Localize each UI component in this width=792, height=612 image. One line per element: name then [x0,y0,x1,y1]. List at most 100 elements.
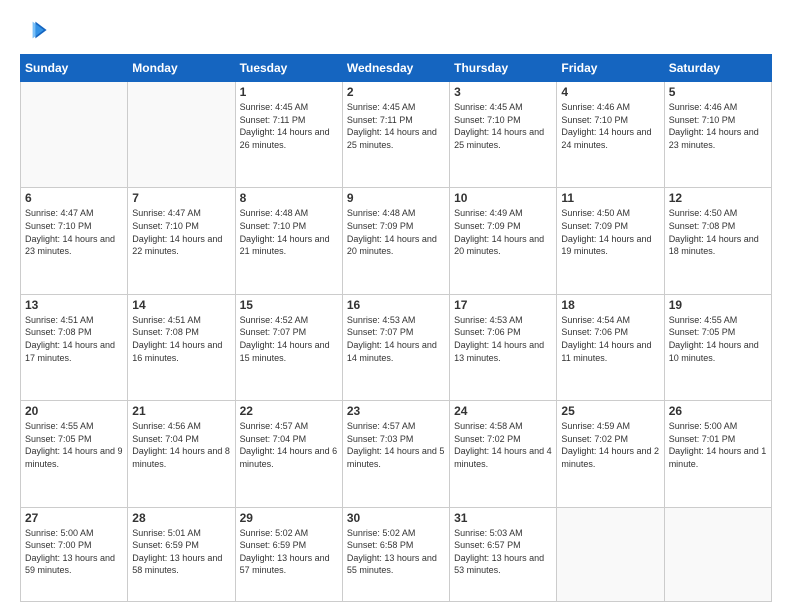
calendar-cell: 18 Sunrise: 4:54 AMSunset: 7:06 PMDayligh… [557,294,664,400]
day-number: 1 [240,85,338,99]
calendar-day-header: Saturday [664,55,771,82]
calendar-cell: 31 Sunrise: 5:03 AMSunset: 6:57 PMDayligh… [450,507,557,601]
calendar-cell: 8 Sunrise: 4:48 AMSunset: 7:10 PMDaylight… [235,188,342,294]
calendar-cell: 21 Sunrise: 4:56 AMSunset: 7:04 PMDayligh… [128,401,235,507]
day-number: 25 [561,404,659,418]
day-number: 15 [240,298,338,312]
day-number: 31 [454,511,552,525]
cell-info: Sunrise: 5:02 AMSunset: 6:58 PMDaylight:… [347,527,445,577]
calendar-cell: 24Sunrise: 4:58 AMSunset: 7:02 PMDayligh… [450,401,557,507]
cell-info: Sunrise: 4:55 AMSunset: 7:05 PMDaylight:… [25,420,123,470]
cell-info: Sunrise: 4:49 AMSunset: 7:09 PMDaylight:… [454,207,552,257]
calendar-cell: 17 Sunrise: 4:53 AMSunset: 7:06 PMDayligh… [450,294,557,400]
day-number: 19 [669,298,767,312]
day-number: 23 [347,404,445,418]
calendar-day-header: Tuesday [235,55,342,82]
cell-info: Sunrise: 4:53 AMSunset: 7:06 PMDaylight:… [454,314,552,364]
cell-info: Sunrise: 4:51 AMSunset: 7:08 PMDaylight:… [25,314,123,364]
day-number: 22 [240,404,338,418]
day-number: 26 [669,404,767,418]
cell-info: Sunrise: 4:47 AMSunset: 7:10 PMDaylight:… [132,207,230,257]
calendar-cell: 30Sunrise: 5:02 AMSunset: 6:58 PMDayligh… [342,507,449,601]
day-number: 29 [240,511,338,525]
cell-info: Sunrise: 4:46 AMSunset: 7:10 PMDaylight:… [669,101,767,151]
calendar-day-header: Thursday [450,55,557,82]
day-number: 12 [669,191,767,205]
calendar-cell: 20 Sunrise: 4:55 AMSunset: 7:05 PMDayligh… [21,401,128,507]
calendar-week-row: 20 Sunrise: 4:55 AMSunset: 7:05 PMDayligh… [21,401,772,507]
calendar-cell: 23 Sunrise: 4:57 AMSunset: 7:03 PMDayligh… [342,401,449,507]
calendar-week-row: 6Sunrise: 4:47 AMSunset: 7:10 PMDaylight… [21,188,772,294]
calendar-day-header: Sunday [21,55,128,82]
cell-info: Sunrise: 4:48 AMSunset: 7:09 PMDaylight:… [347,207,445,257]
cell-info: Sunrise: 4:55 AMSunset: 7:05 PMDaylight:… [669,314,767,364]
calendar-cell: 2 Sunrise: 4:45 AMSunset: 7:11 PMDaylight… [342,82,449,188]
calendar-cell: 22 Sunrise: 4:57 AMSunset: 7:04 PMDayligh… [235,401,342,507]
calendar-day-header: Friday [557,55,664,82]
cell-info: Sunrise: 4:48 AMSunset: 7:10 PMDaylight:… [240,207,338,257]
cell-info: Sunrise: 5:01 AMSunset: 6:59 PMDaylight:… [132,527,230,577]
day-number: 4 [561,85,659,99]
cell-info: Sunrise: 5:00 AMSunset: 7:01 PMDaylight:… [669,420,767,470]
logo-icon [20,16,48,44]
day-number: 11 [561,191,659,205]
calendar-week-row: 13Sunrise: 4:51 AMSunset: 7:08 PMDayligh… [21,294,772,400]
cell-info: Sunrise: 4:57 AMSunset: 7:03 PMDaylight:… [347,420,445,470]
calendar-cell: 9Sunrise: 4:48 AMSunset: 7:09 PMDaylight… [342,188,449,294]
calendar-day-header: Monday [128,55,235,82]
cell-info: Sunrise: 4:53 AMSunset: 7:07 PMDaylight:… [347,314,445,364]
calendar-cell: 7 Sunrise: 4:47 AMSunset: 7:10 PMDaylight… [128,188,235,294]
calendar-cell: 1 Sunrise: 4:45 AMSunset: 7:11 PMDaylight… [235,82,342,188]
calendar-cell: 10 Sunrise: 4:49 AMSunset: 7:09 PMDayligh… [450,188,557,294]
day-number: 7 [132,191,230,205]
calendar-cell: 16 Sunrise: 4:53 AMSunset: 7:07 PMDayligh… [342,294,449,400]
calendar-cell: 3 Sunrise: 4:45 AMSunset: 7:10 PMDaylight… [450,82,557,188]
cell-info: Sunrise: 5:00 AMSunset: 7:00 PMDaylight:… [25,527,123,577]
calendar-cell: 26 Sunrise: 5:00 AMSunset: 7:01 PMDayligh… [664,401,771,507]
calendar-day-header: Wednesday [342,55,449,82]
cell-info: Sunrise: 4:47 AMSunset: 7:10 PMDaylight:… [25,207,123,257]
cell-info: Sunrise: 5:02 AMSunset: 6:59 PMDaylight:… [240,527,338,577]
cell-info: Sunrise: 4:52 AMSunset: 7:07 PMDaylight:… [240,314,338,364]
cell-info: Sunrise: 4:56 AMSunset: 7:04 PMDaylight:… [132,420,230,470]
day-number: 14 [132,298,230,312]
calendar-cell: 11Sunrise: 4:50 AMSunset: 7:09 PMDayligh… [557,188,664,294]
calendar-cell: 6Sunrise: 4:47 AMSunset: 7:10 PMDaylight… [21,188,128,294]
day-number: 5 [669,85,767,99]
calendar-cell: 19 Sunrise: 4:55 AMSunset: 7:05 PMDayligh… [664,294,771,400]
calendar-cell: 12 Sunrise: 4:50 AMSunset: 7:08 PMDayligh… [664,188,771,294]
calendar-cell: 13Sunrise: 4:51 AMSunset: 7:08 PMDayligh… [21,294,128,400]
cell-info: Sunrise: 4:46 AMSunset: 7:10 PMDaylight:… [561,101,659,151]
calendar-cell: 29 Sunrise: 5:02 AMSunset: 6:59 PMDayligh… [235,507,342,601]
cell-info: Sunrise: 4:54 AMSunset: 7:06 PMDaylight:… [561,314,659,364]
day-number: 3 [454,85,552,99]
cell-info: Sunrise: 4:50 AMSunset: 7:08 PMDaylight:… [669,207,767,257]
calendar-cell: 14Sunrise: 4:51 AMSunset: 7:08 PMDayligh… [128,294,235,400]
logo [20,16,52,44]
day-number: 28 [132,511,230,525]
day-number: 20 [25,404,123,418]
cell-info: Sunrise: 4:45 AMSunset: 7:11 PMDaylight:… [347,101,445,151]
day-number: 16 [347,298,445,312]
day-number: 24 [454,404,552,418]
header [20,16,772,44]
day-number: 8 [240,191,338,205]
calendar-cell [664,507,771,601]
day-number: 18 [561,298,659,312]
cell-info: Sunrise: 5:03 AMSunset: 6:57 PMDaylight:… [454,527,552,577]
calendar-cell: 28 Sunrise: 5:01 AMSunset: 6:59 PMDayligh… [128,507,235,601]
calendar-cell: 25Sunrise: 4:59 AMSunset: 7:02 PMDayligh… [557,401,664,507]
calendar-cell: 15 Sunrise: 4:52 AMSunset: 7:07 PMDayligh… [235,294,342,400]
calendar-cell [557,507,664,601]
cell-info: Sunrise: 4:45 AMSunset: 7:10 PMDaylight:… [454,101,552,151]
calendar-cell [128,82,235,188]
calendar-cell [21,82,128,188]
calendar-week-row: 1 Sunrise: 4:45 AMSunset: 7:11 PMDaylight… [21,82,772,188]
cell-info: Sunrise: 4:45 AMSunset: 7:11 PMDaylight:… [240,101,338,151]
day-number: 10 [454,191,552,205]
day-number: 17 [454,298,552,312]
calendar-cell: 27Sunrise: 5:00 AMSunset: 7:00 PMDayligh… [21,507,128,601]
day-number: 2 [347,85,445,99]
day-number: 21 [132,404,230,418]
cell-info: Sunrise: 4:57 AMSunset: 7:04 PMDaylight:… [240,420,338,470]
